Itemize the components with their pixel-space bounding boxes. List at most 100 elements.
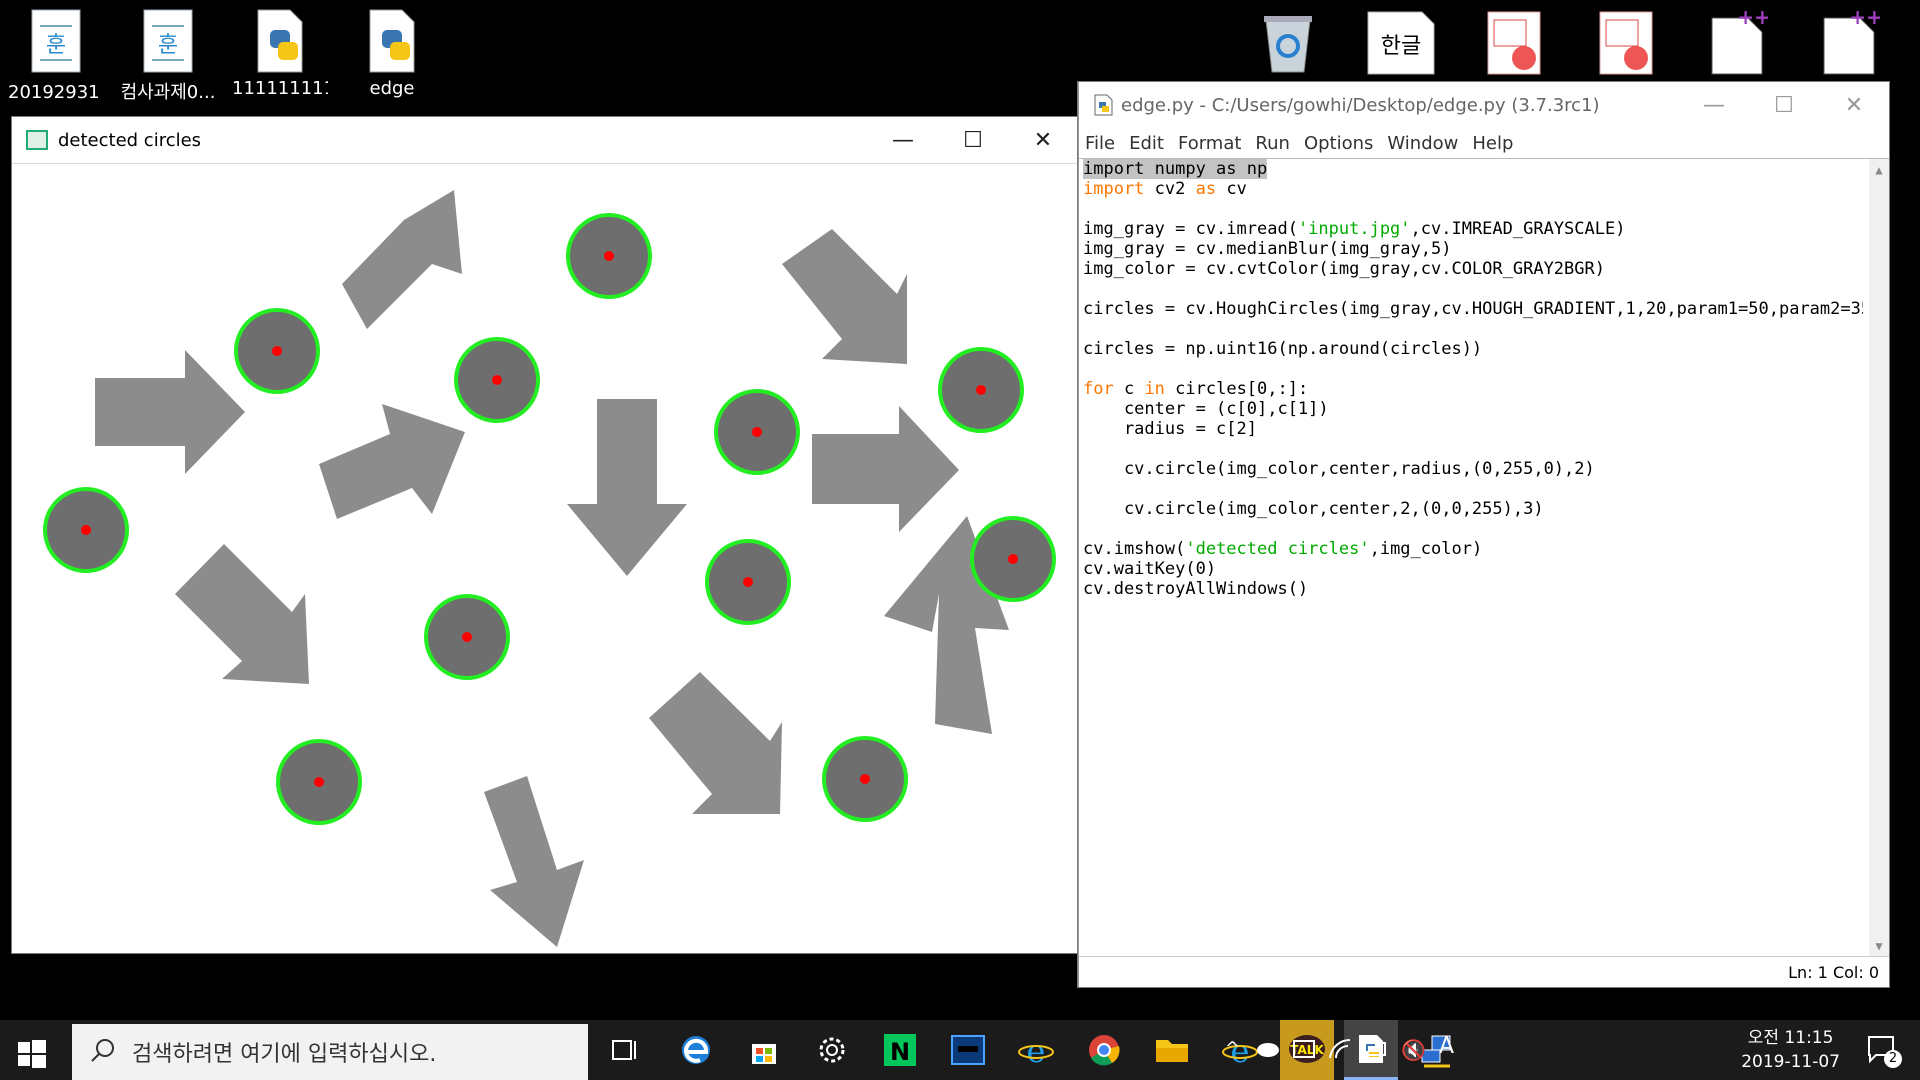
clock-date: 2019-11-07: [1741, 1052, 1840, 1072]
menu-options[interactable]: Options: [1304, 133, 1373, 154]
code-line[interactable]: [1083, 479, 1863, 499]
code-line[interactable]: cv.imshow('detected circles',img_color): [1083, 539, 1863, 559]
code-line[interactable]: for c in circles[0,:]:: [1083, 379, 1863, 399]
close-button[interactable]: ✕: [1819, 82, 1889, 128]
recycle-bin-icon[interactable]: [1258, 10, 1318, 76]
code-line[interactable]: circles = np.uint16(np.around(circles)): [1083, 339, 1863, 359]
chevron-up-icon[interactable]: ^: [1225, 1038, 1240, 1059]
code-line[interactable]: [1083, 359, 1863, 379]
window-title: edge.py - C:/Users/gowhi/Desktop/edge.py…: [1121, 94, 1600, 116]
onedrive-icon[interactable]: [1254, 1038, 1280, 1062]
code-text[interactable]: import numpy as np import cv2 as cv img_gr…: [1083, 159, 1863, 959]
code-line[interactable]: [1083, 279, 1863, 299]
naver-icon[interactable]: N: [880, 1030, 920, 1070]
code-line[interactable]: [1083, 519, 1863, 539]
task-view-icon[interactable]: [604, 1030, 644, 1070]
window-titlebar[interactable]: detected circles — ☐ ✕: [12, 117, 1078, 164]
detected-circles-image: [12, 164, 1078, 953]
minimize-button[interactable]: —: [868, 117, 938, 163]
code-line[interactable]: cv.circle(img_color,center,radius,(0,255…: [1083, 459, 1863, 479]
detected-circle: [566, 213, 652, 299]
menu-edit[interactable]: Edit: [1129, 133, 1164, 154]
wifi-icon[interactable]: [1328, 1038, 1352, 1064]
menu-window[interactable]: Window: [1387, 133, 1458, 154]
file-explorer-icon[interactable]: [1152, 1030, 1192, 1070]
notepadpp-icon[interactable]: ++: [1820, 5, 1883, 76]
menu-bar: File Edit Format Run Options Window Help: [1079, 128, 1889, 158]
close-button[interactable]: ✕: [1008, 117, 1078, 163]
chrome-icon[interactable]: [1084, 1030, 1124, 1070]
hwp-document-icon: 훈: [138, 8, 198, 74]
edge-icon[interactable]: [676, 1030, 716, 1070]
notification-center-icon[interactable]: 2: [1866, 1034, 1902, 1068]
code-line[interactable]: circles = cv.HoughCircles(img_gray,cv.HO…: [1083, 299, 1863, 319]
vertical-scrollbar[interactable]: ▲ ▼: [1869, 159, 1889, 957]
maximize-button[interactable]: ☐: [1749, 82, 1819, 128]
detected-circles-window[interactable]: detected circles — ☐ ✕: [12, 117, 1078, 953]
code-line[interactable]: [1083, 199, 1863, 219]
status-bar: Ln: 1 Col: 0: [1079, 956, 1889, 987]
volume-muted-icon[interactable]: 🔇: [1401, 1038, 1426, 1062]
desktop-icon-label: 1111111111: [232, 78, 328, 99]
code-line[interactable]: img_color = cv.cvtColor(img_gray,cv.COLO…: [1083, 259, 1863, 279]
notepadpp-icon[interactable]: ++: [1708, 5, 1771, 76]
code-line[interactable]: img_gray = cv.medianBlur(img_gray,5): [1083, 239, 1863, 259]
detected-circle: [705, 539, 791, 625]
taskbar: 검색하려면 여기에 입력하십시오. N e e TALK ^ 🔇 A 오전 11…: [0, 1020, 1920, 1080]
code-line[interactable]: cv.destroyAllWindows(): [1083, 579, 1863, 599]
cursor-position: Ln: 1 Col: 0: [1788, 962, 1879, 982]
detected-circle: [424, 594, 510, 680]
presentation-icon[interactable]: [1484, 10, 1544, 76]
minimize-button[interactable]: —: [1679, 82, 1749, 128]
center-dot: [314, 777, 324, 787]
desktop-icon-label: 20192931 정하소...: [8, 82, 104, 103]
ime-indicator[interactable]: A: [1439, 1034, 1454, 1059]
desktop-icon-py2[interactable]: edge: [344, 0, 440, 99]
menu-format[interactable]: Format: [1178, 133, 1241, 154]
maximize-button[interactable]: ☐: [938, 117, 1008, 163]
dark-app-icon[interactable]: [948, 1030, 988, 1070]
center-dot: [81, 525, 91, 535]
desktop-icon-label: 컴사과제0...: [120, 82, 216, 103]
code-line[interactable]: import cv2 as cv: [1083, 179, 1863, 199]
battery-icon[interactable]: [1364, 1040, 1390, 1062]
idle-file-icon: [1093, 94, 1113, 116]
windows-logo-icon: [18, 1040, 46, 1068]
svg-text:++: ++: [1737, 6, 1768, 29]
hangul-app-icon[interactable]: 한글: [1366, 10, 1436, 76]
code-line[interactable]: [1083, 319, 1863, 339]
menu-file[interactable]: File: [1085, 133, 1115, 154]
store-icon[interactable]: [744, 1030, 784, 1070]
code-line[interactable]: [1083, 439, 1863, 459]
idle-editor-window[interactable]: edge.py - C:/Users/gowhi/Desktop/edge.py…: [1078, 82, 1889, 987]
desktop-icon-hwp2[interactable]: 훈 컴사과제0...: [120, 0, 216, 104]
scroll-down-icon[interactable]: ▼: [1869, 939, 1889, 953]
desktop-icon-hwp1[interactable]: 훈 20192931 정하소...: [8, 0, 104, 104]
detected-circle: [822, 736, 908, 822]
defender-icon[interactable]: [1292, 1038, 1316, 1064]
code-line[interactable]: import numpy as np: [1083, 159, 1863, 179]
hangul-label: 한글: [1380, 34, 1422, 59]
settings-icon[interactable]: [812, 1030, 852, 1070]
code-line[interactable]: cv.waitKey(0): [1083, 559, 1863, 579]
code-line[interactable]: img_gray = cv.imread('input.jpg',cv.IMRE…: [1083, 219, 1863, 239]
center-dot: [462, 632, 472, 642]
code-line[interactable]: radius = c[2]: [1083, 419, 1863, 439]
center-dot: [976, 385, 986, 395]
svg-text:훈: 훈: [158, 33, 178, 58]
taskbar-search-box[interactable]: 검색하려면 여기에 입력하십시오.: [72, 1024, 588, 1080]
code-line[interactable]: center = (c[0],c[1]): [1083, 399, 1863, 419]
menu-run[interactable]: Run: [1255, 133, 1290, 154]
clock[interactable]: 오전 11:15 2019-11-07: [1741, 1026, 1840, 1074]
svg-text:++: ++: [1849, 6, 1880, 29]
code-line[interactable]: cv.circle(img_color,center,2,(0,0,255),3…: [1083, 499, 1863, 519]
window-titlebar[interactable]: edge.py - C:/Users/gowhi/Desktop/edge.py…: [1079, 82, 1889, 128]
desktop-icon-py1[interactable]: 1111111111: [232, 0, 328, 99]
menu-help[interactable]: Help: [1472, 133, 1513, 154]
scroll-up-icon[interactable]: ▲: [1869, 163, 1889, 177]
code-editor[interactable]: import numpy as np import cv2 as cv img_gr…: [1079, 158, 1889, 957]
presentation-icon[interactable]: [1596, 10, 1656, 76]
svg-text:N: N: [890, 1038, 910, 1066]
ie-icon[interactable]: e: [1016, 1030, 1056, 1070]
start-button[interactable]: [12, 1034, 52, 1074]
